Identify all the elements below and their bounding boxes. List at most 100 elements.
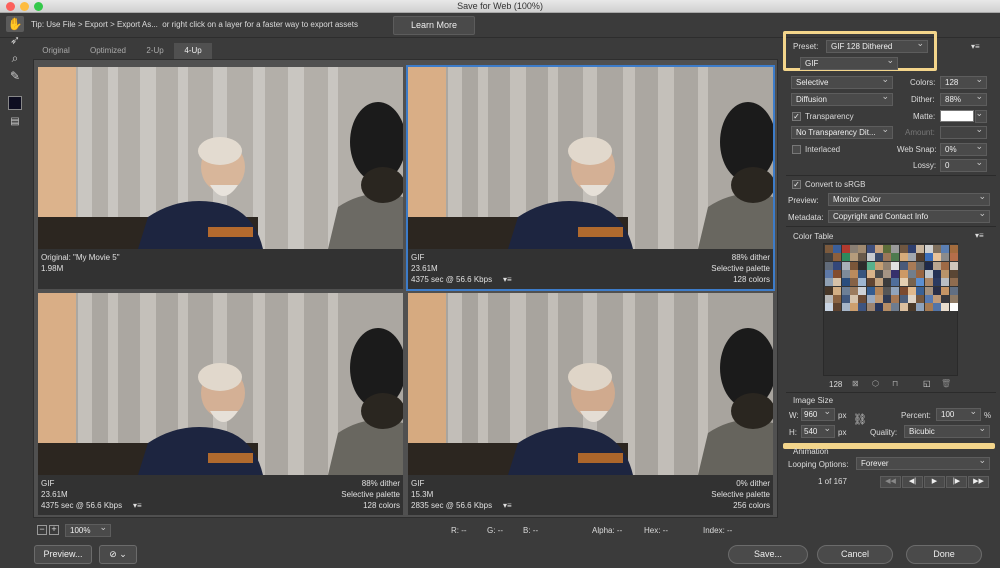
- color-swatch[interactable]: [891, 294, 900, 303]
- color-swatch[interactable]: [833, 269, 842, 278]
- dither-field[interactable]: 88%: [940, 93, 987, 106]
- download-rate-menu-icon[interactable]: ▾≡: [503, 501, 512, 511]
- color-swatch[interactable]: [899, 245, 908, 253]
- zoom-select[interactable]: 100%: [65, 524, 111, 537]
- color-swatch[interactable]: [908, 294, 916, 303]
- color-swatch[interactable]: [866, 269, 875, 278]
- zoom-icon[interactable]: ⌕: [6, 50, 24, 66]
- color-swatch[interactable]: [924, 261, 933, 270]
- color-swatch[interactable]: [891, 269, 900, 278]
- delete-color-icon[interactable]: 🗑: [941, 379, 951, 388]
- color-swatch[interactable]: [833, 294, 842, 303]
- color-swatch[interactable]: [908, 278, 916, 287]
- color-swatch[interactable]: [924, 278, 933, 287]
- color-swatch[interactable]: [858, 303, 867, 312]
- width-field[interactable]: 960: [801, 408, 835, 421]
- color-swatch[interactable]: [916, 278, 925, 287]
- color-swatch[interactable]: [825, 286, 833, 295]
- color-swatch[interactable]: [858, 286, 867, 295]
- height-field[interactable]: 540: [801, 425, 835, 438]
- color-swatch[interactable]: [825, 303, 833, 312]
- color-swatch[interactable]: [883, 294, 892, 303]
- color-swatch[interactable]: [916, 286, 925, 295]
- color-swatch[interactable]: [825, 294, 833, 303]
- color-swatch[interactable]: [874, 245, 883, 253]
- color-swatch[interactable]: [932, 303, 941, 312]
- color-swatch[interactable]: [858, 245, 867, 253]
- color-swatch[interactable]: [841, 278, 850, 287]
- map-to-transparent-icon[interactable]: ⊠: [852, 379, 859, 388]
- color-swatch[interactable]: [883, 303, 892, 312]
- color-swatch[interactable]: [908, 253, 916, 262]
- toggle-slices-icon[interactable]: ▤: [6, 114, 24, 130]
- color-swatch[interactable]: [849, 286, 858, 295]
- tab-optimized[interactable]: Optimized: [83, 43, 133, 59]
- color-swatch[interactable]: [841, 286, 850, 295]
- color-swatch[interactable]: [825, 269, 833, 278]
- slice-select-icon[interactable]: ➶: [6, 32, 24, 48]
- color-swatch[interactable]: [866, 278, 875, 287]
- color-swatch[interactable]: [849, 245, 858, 253]
- color-reduction-select[interactable]: Selective: [791, 76, 893, 89]
- tab-4-up[interactable]: 4-Up: [174, 43, 212, 59]
- color-swatch[interactable]: [932, 278, 941, 287]
- color-swatch[interactable]: [908, 261, 916, 270]
- color-swatch[interactable]: [874, 286, 883, 295]
- color-swatch[interactable]: [949, 303, 958, 312]
- color-swatch[interactable]: [833, 286, 842, 295]
- color-swatch[interactable]: [916, 261, 925, 270]
- color-swatch[interactable]: [916, 253, 925, 262]
- metadata-select[interactable]: Copyright and Contact Info: [828, 210, 990, 223]
- color-swatch[interactable]: [932, 261, 941, 270]
- zoom-in-icon[interactable]: +: [49, 525, 59, 535]
- color-swatch[interactable]: [949, 245, 958, 253]
- color-swatch[interactable]: [949, 269, 958, 278]
- color-swatch[interactable]: [833, 245, 842, 253]
- color-swatch[interactable]: [949, 278, 958, 287]
- tab-2-up[interactable]: 2-Up: [138, 43, 172, 59]
- color-swatch[interactable]: [949, 261, 958, 270]
- color-swatch[interactable]: [858, 261, 867, 270]
- color-swatch[interactable]: [833, 253, 842, 262]
- new-color-icon[interactable]: ◱: [923, 379, 931, 388]
- color-swatch[interactable]: [825, 245, 833, 253]
- color-swatch[interactable]: [941, 286, 950, 295]
- color-swatch[interactable]: [899, 253, 908, 262]
- color-swatch[interactable]: [883, 245, 892, 253]
- color-swatch[interactable]: [932, 269, 941, 278]
- color-table-grid[interactable]: [823, 243, 958, 376]
- color-swatch[interactable]: [858, 294, 867, 303]
- color-swatch[interactable]: [874, 253, 883, 262]
- color-swatch[interactable]: [849, 253, 858, 262]
- lossy-field[interactable]: 0: [940, 159, 987, 172]
- color-swatch[interactable]: [866, 286, 875, 295]
- color-swatch[interactable]: [924, 286, 933, 295]
- color-swatch[interactable]: [849, 294, 858, 303]
- quality-select[interactable]: Bicubic: [904, 425, 990, 438]
- color-swatch[interactable]: [849, 261, 858, 270]
- color-swatch[interactable]: [841, 253, 850, 262]
- color-swatch[interactable]: [858, 278, 867, 287]
- color-swatch[interactable]: [891, 253, 900, 262]
- color-swatch[interactable]: [858, 253, 867, 262]
- color-swatch[interactable]: [899, 286, 908, 295]
- format-select[interactable]: GIF: [800, 57, 898, 70]
- color-swatch[interactable]: [841, 303, 850, 312]
- download-rate-menu-icon[interactable]: ▾≡: [503, 275, 512, 285]
- color-swatch[interactable]: [874, 261, 883, 270]
- color-swatch[interactable]: [891, 261, 900, 270]
- preview-pane-gif-1[interactable]: GIF 23.61M 4375 sec @ 56.6 Kbps ▾≡ 88% d…: [406, 65, 775, 291]
- color-swatch[interactable]: [891, 245, 900, 253]
- preview-mode-select[interactable]: Monitor Color: [828, 193, 990, 206]
- color-swatch[interactable]: [825, 253, 833, 262]
- color-swatch[interactable]: [849, 278, 858, 287]
- websnap-field[interactable]: 0%: [940, 143, 987, 156]
- color-swatch[interactable]: [874, 294, 883, 303]
- color-swatch[interactable]: [841, 269, 850, 278]
- lock-color-icon[interactable]: ⊓: [892, 379, 898, 388]
- color-swatch[interactable]: [941, 294, 950, 303]
- looping-select[interactable]: Forever: [856, 457, 990, 470]
- color-swatch[interactable]: [949, 294, 958, 303]
- color-swatch[interactable]: [932, 245, 941, 253]
- hand-icon[interactable]: ✋: [6, 16, 24, 32]
